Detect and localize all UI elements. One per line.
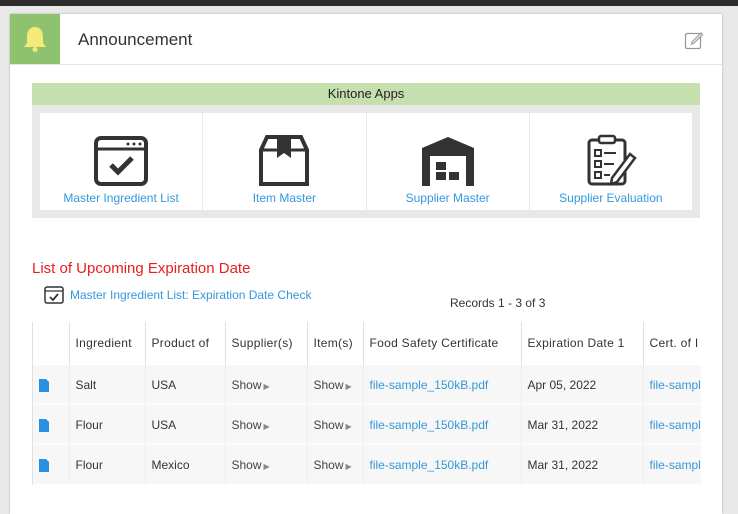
expand-arrow-icon: ▶ [345,421,352,431]
column-header-items[interactable]: Item(s) [307,322,364,365]
app-label: Item Master [252,191,317,205]
show-items-button[interactable]: Show [314,418,344,432]
cell-items[interactable]: Show ▶ [307,404,364,445]
app-tile-item-master[interactable]: Item Master [203,113,366,210]
cell-suppliers[interactable]: Show ▶ [225,364,308,405]
cert-file-link[interactable]: file-sampl [650,458,701,472]
table-header-row: Ingredient Product of Supplier(s) Item(s… [33,322,701,365]
list-link-row[interactable]: Master Ingredient List: Expiration Date … [44,286,311,304]
announcement-panel: Announcement Kintone Apps Master Ingredi… [10,14,722,514]
table-row: Flour Mexico Show ▶ Show ▶ file-sample_150… [33,444,701,484]
certificate-file-link[interactable]: file-sample_150kB.pdf [370,378,489,392]
column-header-suppliers[interactable]: Supplier(s) [225,322,308,365]
column-header-cert[interactable]: Cert. of I [643,322,701,365]
warehouse-icon [421,137,474,186]
column-header-product-of[interactable]: Product of [145,322,226,365]
expand-arrow-icon: ▶ [263,381,270,391]
cell-product-of: USA [145,404,226,445]
column-header [33,322,70,365]
expand-arrow-icon: ▶ [345,381,352,391]
bell-icon [10,14,60,64]
list-link[interactable]: Master Ingredient List: Expiration Date … [70,288,311,302]
checklist-window-icon [94,136,149,186]
apps-section-title: Kintone Apps [32,83,700,105]
column-header-food-safety-certificate[interactable]: Food Safety Certificate [363,322,522,365]
app-label: Master Ingredient List [63,191,179,205]
expand-arrow-icon: ▶ [345,461,352,471]
app-tile-master-ingredient-list[interactable]: Master Ingredient List [40,113,203,210]
show-suppliers-button[interactable]: Show [232,378,262,392]
cell-product-of: USA [145,364,226,405]
certificate-file-link[interactable]: file-sample_150kB.pdf [370,458,489,472]
document-icon[interactable] [39,378,49,392]
cell-cert2: file-sampl [643,404,701,445]
cell-items[interactable]: Show ▶ [307,444,364,484]
app-label: Supplier Evaluation [559,191,663,205]
expand-arrow-icon: ▶ [263,461,270,471]
cell-ingredient: Flour [69,404,146,445]
cell-items[interactable]: Show ▶ [307,364,364,405]
list-title: List of Upcoming Expiration Date [32,260,251,277]
cell-suppliers[interactable]: Show ▶ [225,444,308,484]
panel-header: Announcement [10,14,722,65]
clipboard-pencil-icon [587,134,637,186]
certificate-file-link[interactable]: file-sample_150kB.pdf [370,418,489,432]
apps-grid: Master Ingredient List Item Master Suppl… [32,105,700,218]
show-items-button[interactable]: Show [314,378,344,392]
top-border [0,0,738,6]
cell-cert2: file-sampl [643,364,701,405]
app-tile-supplier-evaluation[interactable]: Supplier Evaluation [529,113,692,210]
box-icon [259,135,310,186]
cell-certificate: file-sample_150kB.pdf [363,364,522,405]
document-icon[interactable] [39,458,49,472]
checklist-window-icon [44,286,64,304]
column-header-ingredient[interactable]: Ingredient [69,322,146,365]
cert-file-link[interactable]: file-sampl [650,418,701,432]
cell-certificate: file-sample_150kB.pdf [363,404,522,445]
records-count: Records 1 - 3 of 3 [450,296,546,310]
cell-ingredient: Salt [69,364,146,405]
table-row: Flour USA Show ▶ Show ▶ file-sample_150kB.… [33,404,701,445]
show-items-button[interactable]: Show [314,458,344,472]
column-header-expiration-date[interactable]: Expiration Date 1 [521,322,644,365]
cell-expiration: Mar 31, 2022 [521,444,644,484]
expand-arrow-icon: ▶ [263,421,270,431]
cert-file-link[interactable]: file-sampl [650,378,701,392]
cell-cert2: file-sampl [643,444,701,484]
table-row: Salt USA Show ▶ Show ▶ file-sample_150kB.p… [33,364,701,405]
edit-icon[interactable] [684,30,704,50]
cell-suppliers[interactable]: Show ▶ [225,404,308,445]
cell-expiration: Apr 05, 2022 [521,364,644,405]
document-icon[interactable] [39,418,49,432]
show-suppliers-button[interactable]: Show [232,418,262,432]
cell-expiration: Mar 31, 2022 [521,404,644,445]
app-tile-supplier-master[interactable]: Supplier Master [366,113,529,210]
cell-product-of: Mexico [145,444,226,484]
cell-certificate: file-sample_150kB.pdf [363,444,522,484]
show-suppliers-button[interactable]: Show [232,458,262,472]
records-table: Ingredient Product of Supplier(s) Item(s… [32,322,701,485]
page-title: Announcement [78,30,193,49]
cell-ingredient: Flour [69,444,146,484]
app-label: Supplier Master [405,191,490,205]
